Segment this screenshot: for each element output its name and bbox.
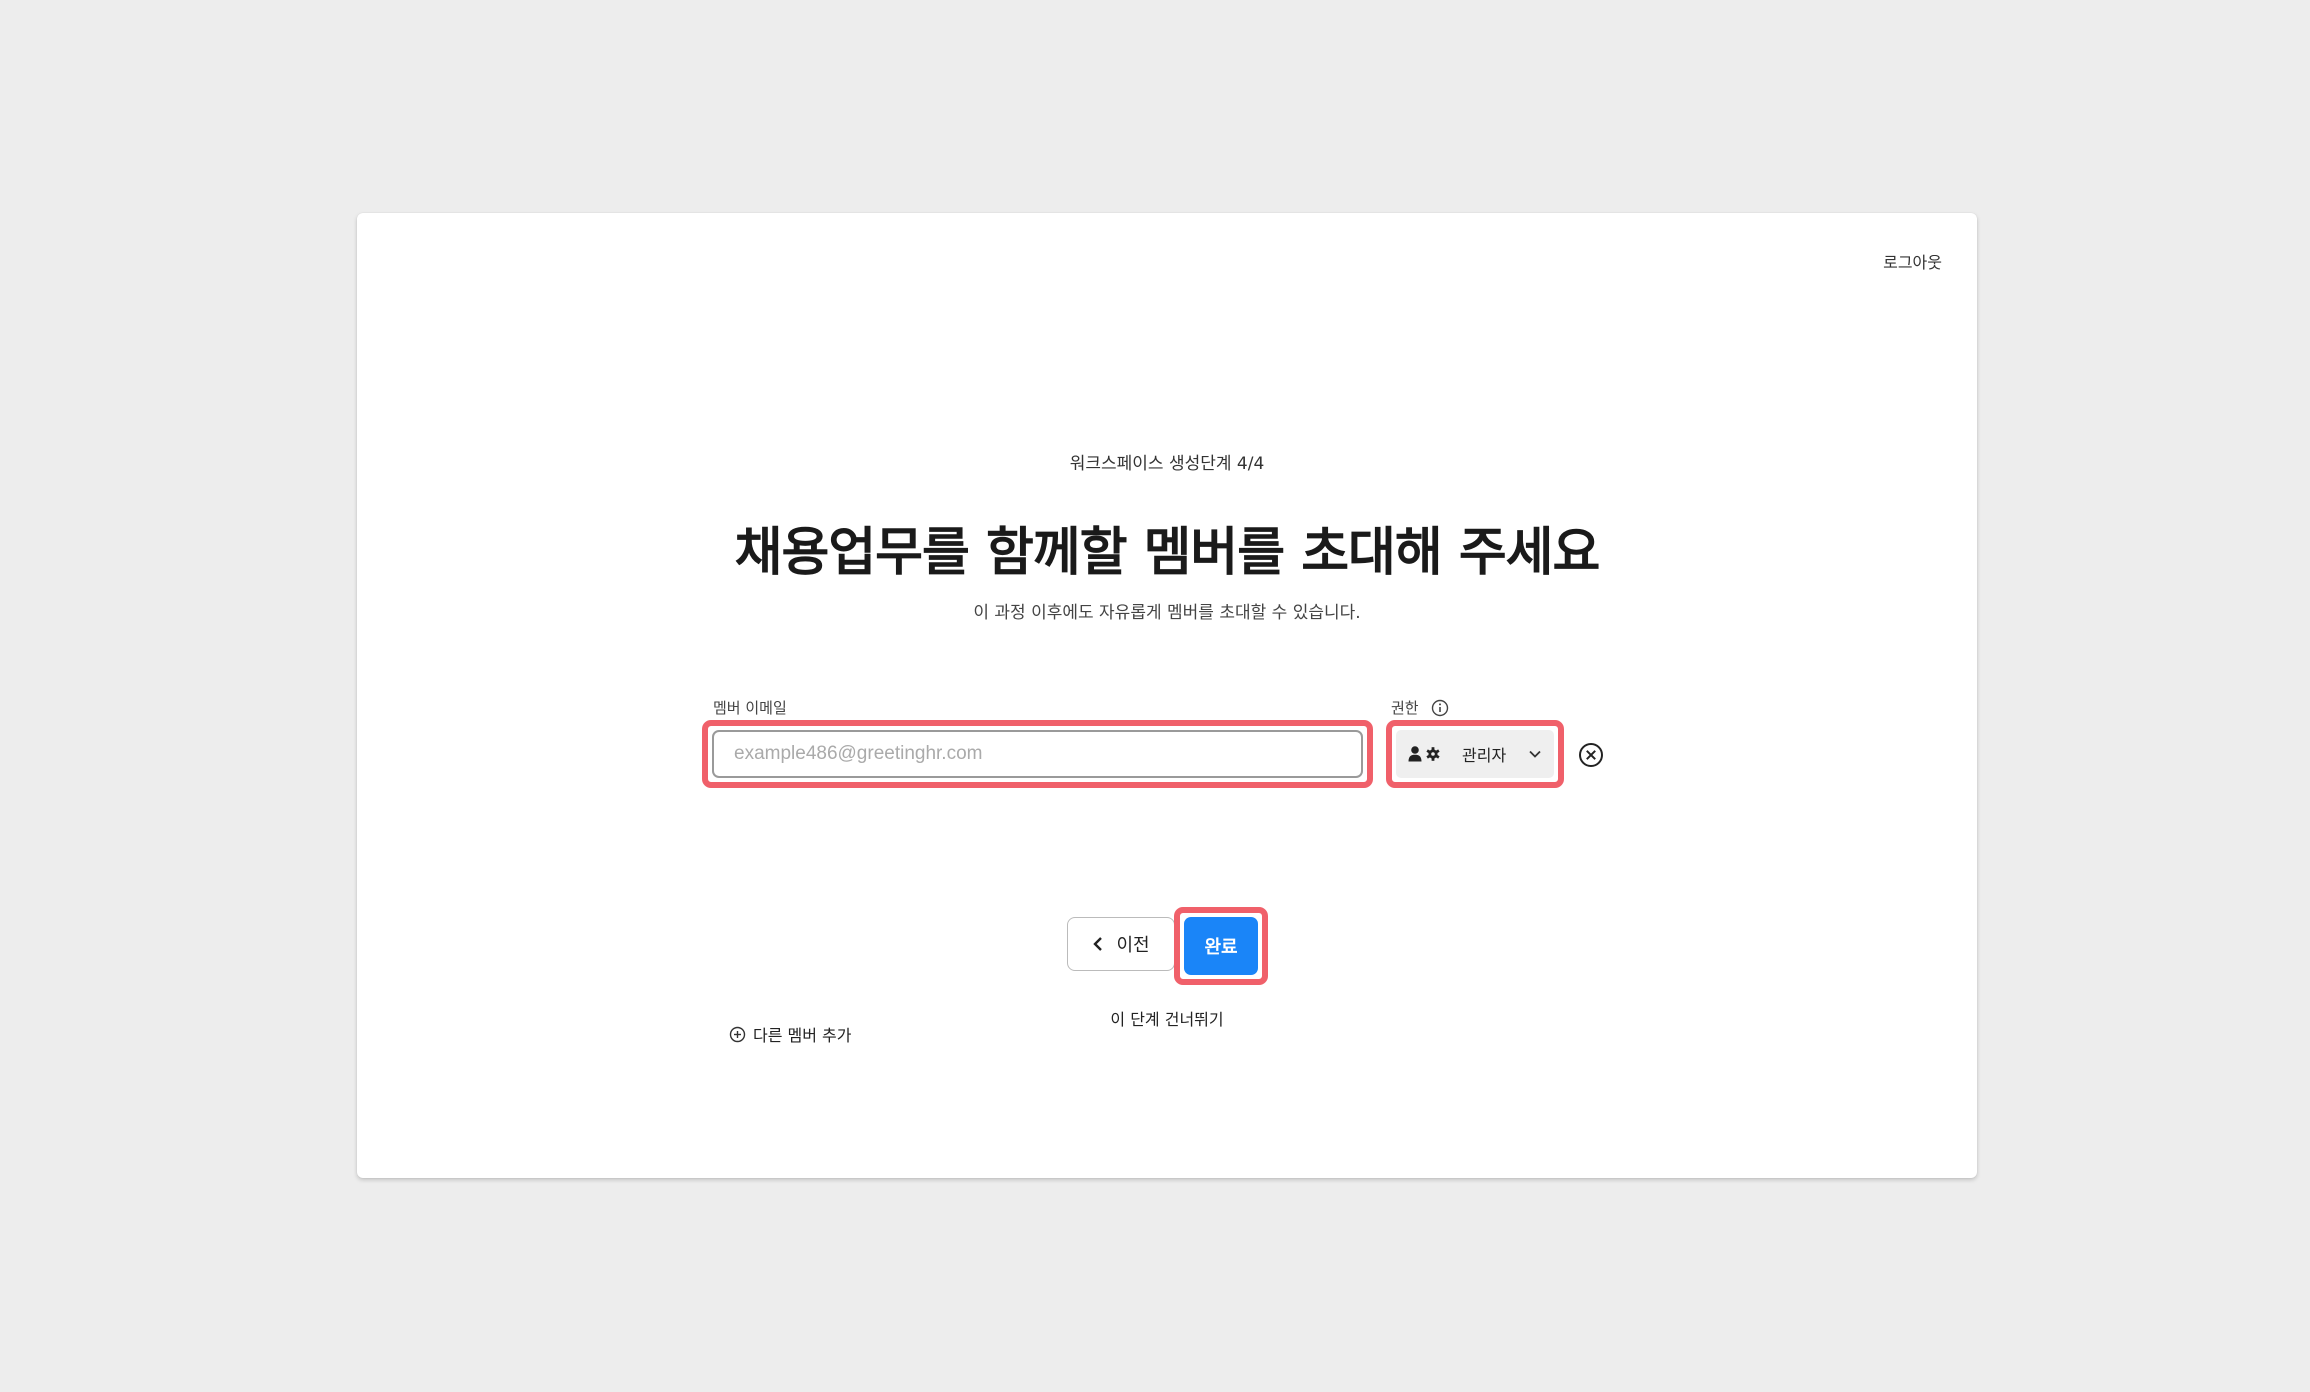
info-icon[interactable] <box>1431 699 1449 717</box>
logout-link[interactable]: 로그아웃 <box>1883 249 1942 273</box>
page-title: 채용업무를 함께할 멤버를 초대해 주세요 <box>734 523 1601 583</box>
user-gear-icon <box>1408 745 1442 763</box>
page-background: 로그아웃 워크스페이스 생성단계 4/4 채용업무를 함께할 멤버를 초대해 주… <box>0 0 2310 1392</box>
role-label-group: 권한 <box>1391 697 1449 718</box>
workspace-setup-card: 로그아웃 워크스페이스 생성단계 4/4 채용업무를 함께할 멤버를 초대해 주… <box>357 213 1977 1178</box>
role-value: 관리자 <box>1462 746 1507 765</box>
skip-step-link[interactable]: 이 단계 건너뛰기 <box>1110 1010 1223 1029</box>
done-button[interactable]: 완료 <box>1184 917 1258 975</box>
role-select-highlight: 관리자 <box>1386 720 1564 788</box>
email-label: 멤버 이메일 <box>713 699 787 717</box>
chevron-left-icon <box>1092 936 1104 952</box>
close-circle-icon <box>1579 743 1603 767</box>
page-subtitle: 이 과정 이후에도 자유롭게 멤버를 초대할 수 있습니다. <box>973 603 1361 623</box>
done-button-highlight: 완료 <box>1174 907 1268 985</box>
prev-label: 이전 <box>1116 935 1150 956</box>
step-indicator: 워크스페이스 생성단계 4/4 <box>1069 454 1265 474</box>
role-label: 권한 <box>1391 699 1419 717</box>
skip-step-link-row: 이 단계 건너뛰기 <box>357 1006 1977 1030</box>
chevron-down-icon <box>1528 747 1542 761</box>
prev-button[interactable]: 이전 <box>1067 917 1175 971</box>
email-input[interactable] <box>712 730 1363 778</box>
remove-member-button[interactable] <box>1578 742 1604 768</box>
role-select[interactable]: 관리자 <box>1396 730 1554 778</box>
email-field-highlight <box>702 720 1373 788</box>
